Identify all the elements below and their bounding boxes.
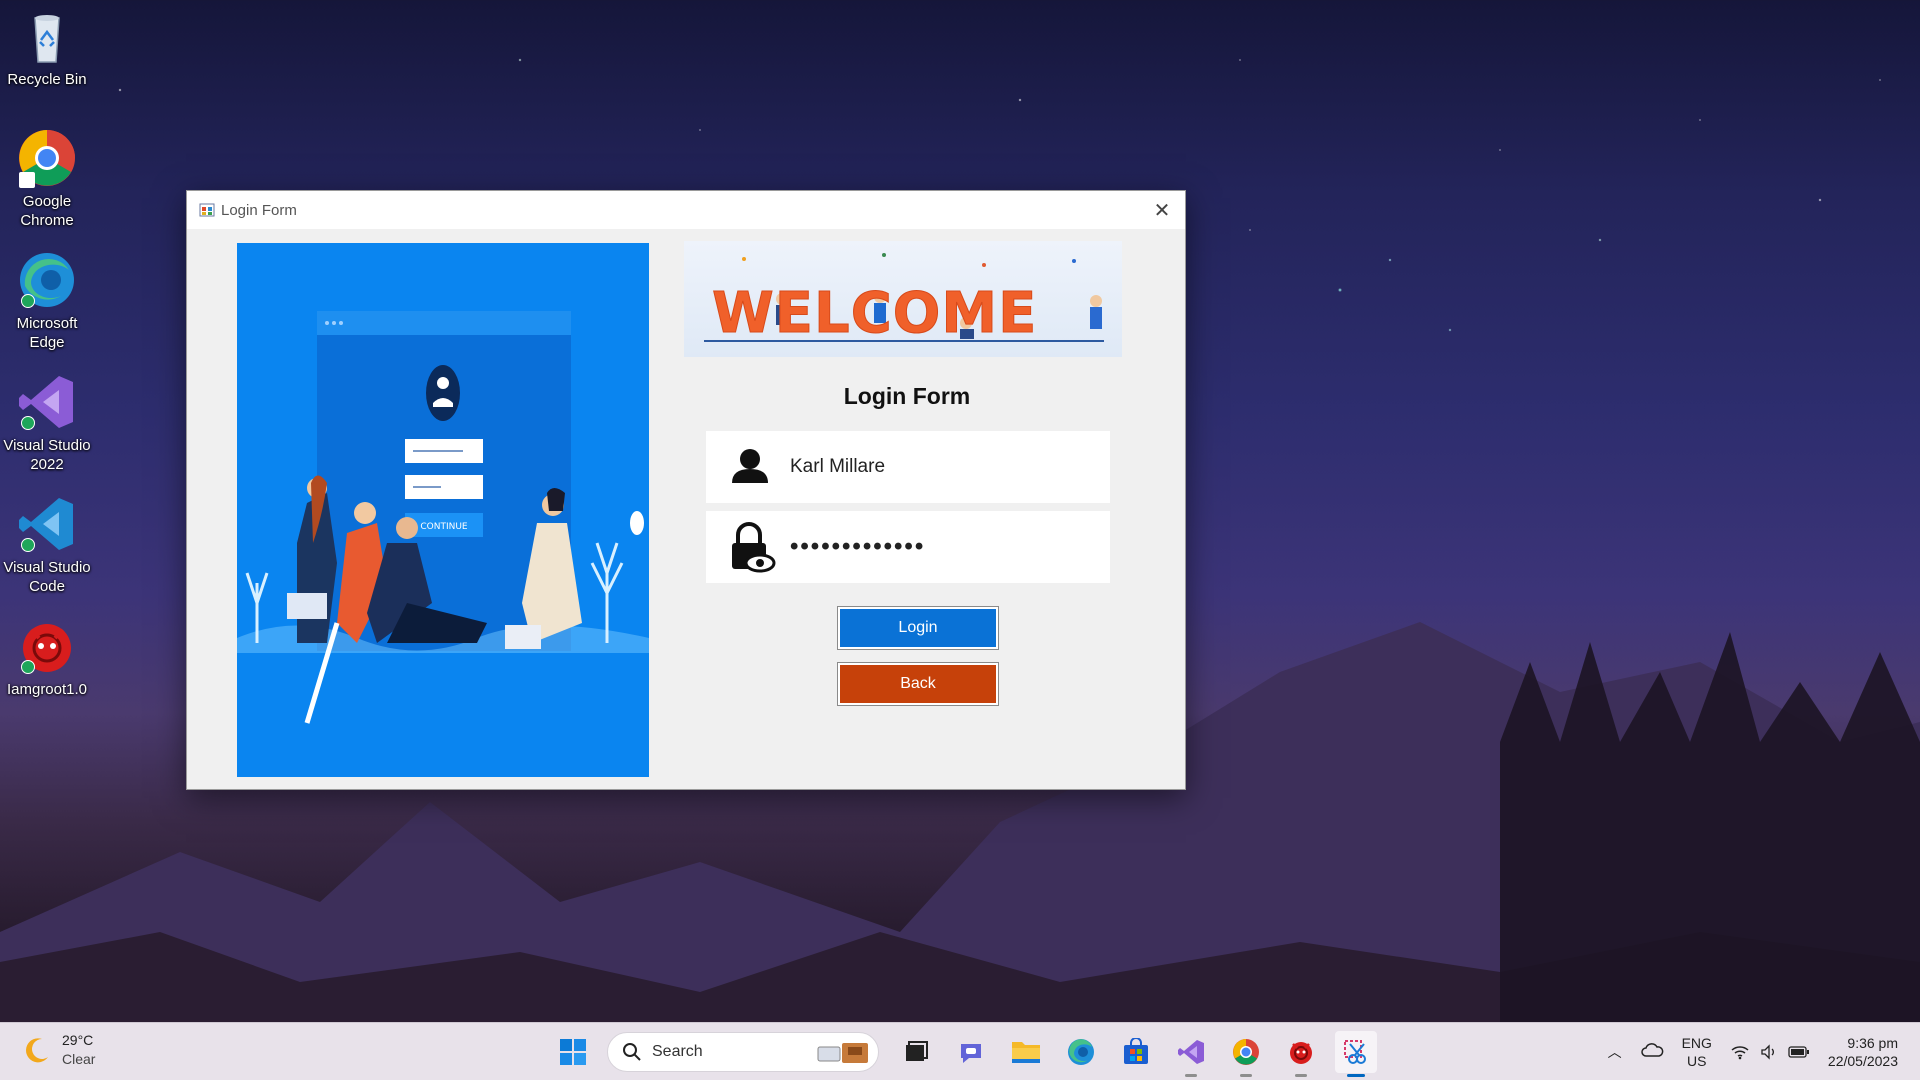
clock-time: 9:36 pm	[1847, 1035, 1898, 1051]
search-label: Search	[652, 1043, 703, 1060]
wifi-icon	[1731, 1046, 1749, 1060]
app-window-icon	[199, 202, 215, 218]
language-code: ENG	[1681, 1035, 1712, 1051]
visual-studio-icon	[17, 372, 77, 432]
lock-eye-icon	[720, 517, 780, 577]
vscode-icon	[17, 494, 77, 554]
taskbar-search[interactable]: Search	[607, 1032, 879, 1072]
chrome-taskbar-button[interactable]	[1225, 1031, 1267, 1077]
task-view-button[interactable]	[895, 1031, 937, 1073]
battery-charging-icon	[1788, 1046, 1809, 1058]
system-tray: ︿ ENG US 9:36 pm 22/05/2023	[1608, 1023, 1920, 1080]
form-title: Login Form	[843, 383, 971, 409]
clock-date: 22/05/2023	[1827, 1053, 1898, 1069]
iamgroot-app-icon	[1290, 1042, 1312, 1064]
login-form-window: Login Form ✕ CONTINUE WELCOME Login Form…	[186, 190, 1186, 790]
network-volume-battery-button[interactable]	[1730, 1044, 1810, 1060]
login-illustration: CONTINUE	[237, 243, 649, 777]
recycle-bin-icon	[17, 6, 77, 66]
window-title: Login Form	[221, 201, 297, 219]
edge-taskbar-button[interactable]	[1060, 1031, 1102, 1073]
edge-icon	[17, 250, 77, 310]
snipping-tool-icon	[1344, 1040, 1366, 1064]
sync-status-icon	[21, 416, 35, 430]
moon-icon	[22, 1035, 52, 1065]
windows-start-button[interactable]	[552, 1031, 594, 1073]
show-hidden-icons-button[interactable]: ︿	[1608, 1043, 1622, 1061]
welcome-text: WELCOME	[711, 281, 1038, 347]
username-field[interactable]	[706, 431, 1110, 503]
taskbar: 29°C Clear Search ︿ ENG US 9:36 pm 22/05…	[0, 1022, 1920, 1080]
taskbar-apps: Search	[552, 1031, 1390, 1077]
window-close-button[interactable]: ✕	[1139, 191, 1185, 229]
welcome-banner: WELCOME	[684, 241, 1122, 357]
sync-status-icon	[21, 660, 35, 674]
windows-start-icon	[560, 1039, 586, 1065]
desktop-icon-label: Iamgroot1.0	[6, 681, 88, 698]
window-titlebar[interactable]: Login Form ✕	[187, 191, 1185, 229]
active-indicator	[1347, 1074, 1365, 1077]
chevron-up-icon: ︿	[1607, 1044, 1622, 1060]
desktop-icon-microsoft-edge[interactable]: Microsoft Edge	[0, 250, 94, 352]
password-input[interactable]	[790, 533, 1090, 561]
teams-chat-button[interactable]	[950, 1031, 992, 1073]
chrome-icon	[17, 128, 77, 188]
task-view-icon	[906, 1041, 928, 1061]
sync-status-icon	[21, 294, 35, 308]
back-button[interactable]: Back	[837, 662, 999, 706]
desktop-icon-label: Google Chrome	[20, 193, 74, 229]
file-explorer-button[interactable]	[1005, 1031, 1047, 1073]
volume-icon	[1761, 1044, 1774, 1060]
illustration-continue-label: CONTINUE	[420, 522, 468, 532]
iamgroot-taskbar-button[interactable]	[1280, 1031, 1322, 1077]
search-icon	[623, 1043, 641, 1061]
visual-studio-taskbar-button[interactable]	[1170, 1031, 1212, 1077]
file-explorer-icon	[1012, 1042, 1040, 1063]
running-indicator	[1185, 1074, 1197, 1077]
desktop-icon-label: Visual Studio Code	[3, 559, 91, 595]
weather-temperature: 29°C	[62, 1032, 94, 1048]
iamgroot-app-icon	[17, 616, 77, 676]
weather-widget[interactable]: 29°C Clear	[22, 1031, 95, 1069]
language-indicator[interactable]: ENG US	[1682, 1034, 1712, 1070]
desktop-icon-iamgroot[interactable]: Iamgroot1.0	[0, 616, 94, 699]
visual-studio-icon	[1178, 1040, 1204, 1064]
weather-condition: Clear	[62, 1051, 96, 1067]
sync-status-icon	[21, 538, 35, 552]
desktop-icon-google-chrome[interactable]: Google Chrome	[0, 128, 94, 230]
clock[interactable]: 9:36 pm 22/05/2023	[1828, 1034, 1898, 1070]
running-indicator	[1240, 1074, 1252, 1077]
close-icon: ✕	[1153, 198, 1171, 222]
desktop-icon-visual-studio-code[interactable]: Visual Studio Code	[0, 494, 94, 596]
desktop-icon-label: Visual Studio 2022	[3, 437, 91, 473]
teams-chat-icon	[961, 1044, 981, 1063]
shortcut-arrow-icon	[19, 172, 35, 188]
desktop-icon-recycle-bin[interactable]: Recycle Bin	[0, 6, 94, 89]
login-button[interactable]: Login	[837, 606, 999, 650]
keyboard-layout: US	[1687, 1053, 1707, 1069]
desktop-icon-visual-studio-2022[interactable]: Visual Studio 2022	[0, 372, 94, 474]
ms-store-button[interactable]	[1115, 1031, 1157, 1073]
onedrive-button[interactable]	[1640, 1042, 1664, 1062]
ms-store-icon	[1124, 1038, 1148, 1064]
username-input[interactable]	[790, 456, 1090, 478]
search-highlight-icon	[817, 1043, 868, 1063]
edge-icon	[1068, 1039, 1094, 1065]
running-indicator	[1295, 1074, 1307, 1077]
desktop-icon-label: Microsoft Edge	[16, 315, 78, 351]
cloud-icon	[1640, 1043, 1663, 1057]
password-field[interactable]	[706, 511, 1110, 583]
snipping-tool-button[interactable]	[1335, 1031, 1377, 1077]
chrome-icon	[1233, 1039, 1259, 1065]
user-icon	[720, 437, 780, 497]
desktop-icon-label: Recycle Bin	[7, 71, 87, 88]
